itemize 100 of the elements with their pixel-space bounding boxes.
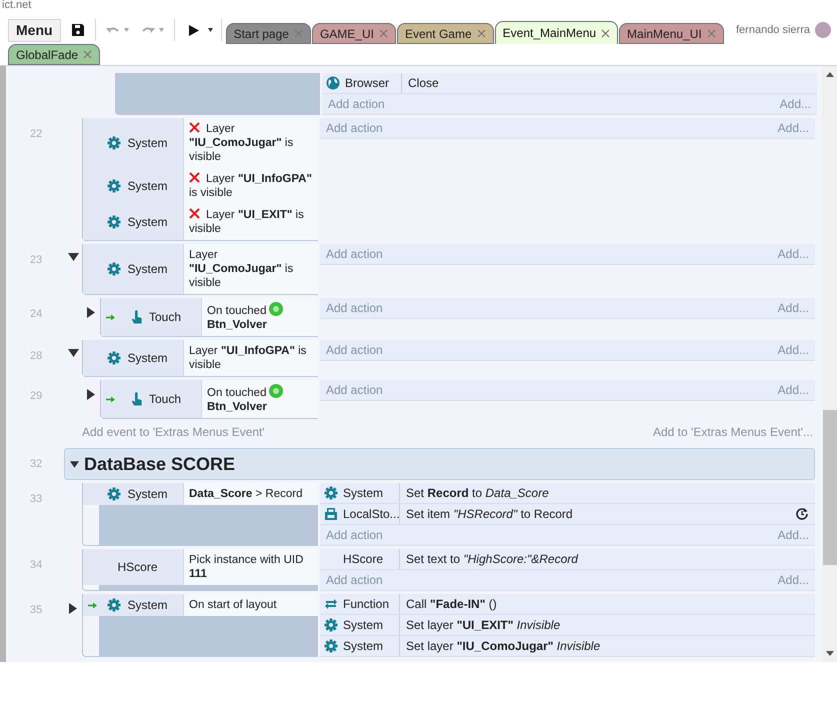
line-number: 33 <box>30 493 42 505</box>
add-more-link[interactable]: Add... <box>778 299 809 317</box>
group-header[interactable]: DataBase SCORE <box>64 448 815 480</box>
collapse-toggle-icon[interactable] <box>87 389 95 400</box>
add-action-row[interactable]: Add action Add... <box>320 525 815 546</box>
add-more-link[interactable]: Add... <box>778 526 809 544</box>
hand-pointer-icon <box>130 392 143 406</box>
scroll-up-icon[interactable] <box>826 72 834 77</box>
object-name: System <box>343 617 384 634</box>
action-text: Set layer "IU_ComoJugar" Invisible <box>405 638 602 655</box>
line-number: 24 <box>30 308 42 320</box>
add-event-link[interactable]: Add event to 'Extras Menus Event' <box>82 423 265 441</box>
tab[interactable]: GAME_UI <box>312 23 396 44</box>
loop-arrows-icon <box>324 597 338 611</box>
gear-icon <box>324 618 338 632</box>
add-action-row[interactable]: Add action Add... <box>320 380 815 401</box>
avatar[interactable] <box>815 22 831 38</box>
gear-icon <box>107 487 122 501</box>
add-more-link[interactable]: Add... <box>778 341 809 359</box>
window-title: ict.net <box>2 0 32 11</box>
object-name: System <box>127 214 168 231</box>
action-text: Set item "HSRecord" to Record <box>405 506 574 523</box>
object-name: System <box>343 638 384 655</box>
add-to-group-link[interactable]: Add to 'Extras Menus Event'... <box>653 423 813 441</box>
action-text: Set layer "UI_EXIT" Invisible <box>405 617 562 634</box>
target-name: Btn_Volver <box>207 400 268 414</box>
close-icon[interactable] <box>601 28 610 38</box>
add-action-row[interactable]: Add action Add... <box>320 118 815 139</box>
object-name: System <box>127 597 168 614</box>
add-more-link[interactable]: Add... <box>778 245 809 263</box>
scrollbar-thumb[interactable] <box>822 410 836 565</box>
add-action-row[interactable]: Add action Add... <box>320 244 815 265</box>
condition-text: Layer "IU_ComoJugar" is visible <box>189 123 294 163</box>
add-action-row[interactable]: Add action Add... <box>322 94 817 115</box>
add-action-row[interactable]: Add action Add... <box>320 570 815 591</box>
condition-text: Layer "UI_InfoGPA" is visible <box>189 173 312 199</box>
gear-icon <box>324 486 338 500</box>
object-name: Touch <box>148 309 182 326</box>
object-name: Touch <box>148 391 182 408</box>
action-row[interactable]: Function Call "Fade-IN" () <box>320 594 815 615</box>
action-row[interactable]: System Set layer "IU_ComoJugar" Invisible <box>320 636 815 657</box>
action-text: Set text to "HighScore:"&Record <box>405 551 580 568</box>
add-action-link[interactable]: Add action <box>326 245 383 263</box>
scrollbar[interactable] <box>822 66 837 662</box>
add-more-link[interactable]: Add... <box>778 119 809 137</box>
line-number: 23 <box>30 254 42 266</box>
gear-icon <box>107 179 122 193</box>
close-icon[interactable] <box>476 29 486 38</box>
undo-icon[interactable] <box>106 25 120 35</box>
object-name: System <box>127 350 168 367</box>
condition-text: Data_Score > Record <box>189 488 302 500</box>
add-action-link[interactable]: Add action <box>328 95 385 113</box>
gear-icon <box>107 136 122 150</box>
add-more-link[interactable]: Add... <box>780 95 811 113</box>
add-action-link[interactable]: Add action <box>326 341 383 359</box>
add-action-link[interactable]: Add action <box>326 526 383 544</box>
action-row[interactable]: LocalSto... Set item "HSRecord" to Record <box>320 504 815 525</box>
printer-icon <box>324 507 338 521</box>
close-icon[interactable] <box>378 29 388 38</box>
action-row[interactable]: Browser Close <box>322 73 817 94</box>
tab[interactable]: Event_MainMenu <box>494 21 618 44</box>
save-icon[interactable] <box>70 23 85 37</box>
scroll-down-icon[interactable] <box>826 651 834 656</box>
gear-icon <box>107 262 122 276</box>
condition-text: Pick instance with UID 111 <box>189 554 304 580</box>
action-text: Set Record to Data_Score <box>405 485 550 502</box>
action-row[interactable]: HScore Set text to "HighScore:"&Record <box>320 549 815 570</box>
object-name: System <box>127 261 168 278</box>
add-action-link[interactable]: Add action <box>326 119 383 137</box>
tab[interactable]: Event Game <box>396 23 494 44</box>
gear-icon <box>107 598 122 612</box>
condition-text: Layer "IU_ComoJugar" is visible <box>189 249 294 289</box>
menu-button[interactable]: Menu <box>8 18 61 42</box>
expand-toggle-icon[interactable] <box>68 253 78 261</box>
action-text: Call "Fade-IN" () <box>405 596 498 613</box>
tab[interactable]: MainMenu_UI <box>619 23 724 44</box>
collapse-toggle-icon[interactable] <box>69 603 77 614</box>
expand-toggle-icon[interactable] <box>68 349 78 357</box>
condition-text: Layer "UI_InfoGPA" is visible <box>189 345 306 371</box>
add-action-row[interactable]: Add action Add... <box>320 298 815 319</box>
redo-icon[interactable] <box>140 25 155 35</box>
action-row[interactable]: System Set layer "UI_EXIT" Invisible <box>320 615 815 636</box>
object-name: System <box>127 486 168 503</box>
gear-icon <box>107 351 122 365</box>
collapse-toggle-icon[interactable] <box>87 307 95 318</box>
caret-icon[interactable] <box>208 28 213 32</box>
add-action-link[interactable]: Add action <box>326 299 383 317</box>
tab[interactable]: GlobalFade <box>8 44 100 65</box>
add-action-link[interactable]: Add action <box>326 571 383 589</box>
action-row[interactable]: System Set Record to Data_Score <box>320 483 815 504</box>
add-more-link[interactable]: Add... <box>778 571 809 589</box>
tab[interactable]: Start page <box>226 23 311 44</box>
close-icon[interactable] <box>83 50 92 59</box>
add-action-row[interactable]: Add action Add... <box>320 340 815 361</box>
add-action-link[interactable]: Add action <box>326 381 383 399</box>
condition-text: On start of layout <box>189 599 277 611</box>
close-icon[interactable] <box>706 29 716 38</box>
gear-icon <box>324 639 338 653</box>
play-icon[interactable] <box>188 24 199 36</box>
add-more-link[interactable]: Add... <box>778 381 809 399</box>
